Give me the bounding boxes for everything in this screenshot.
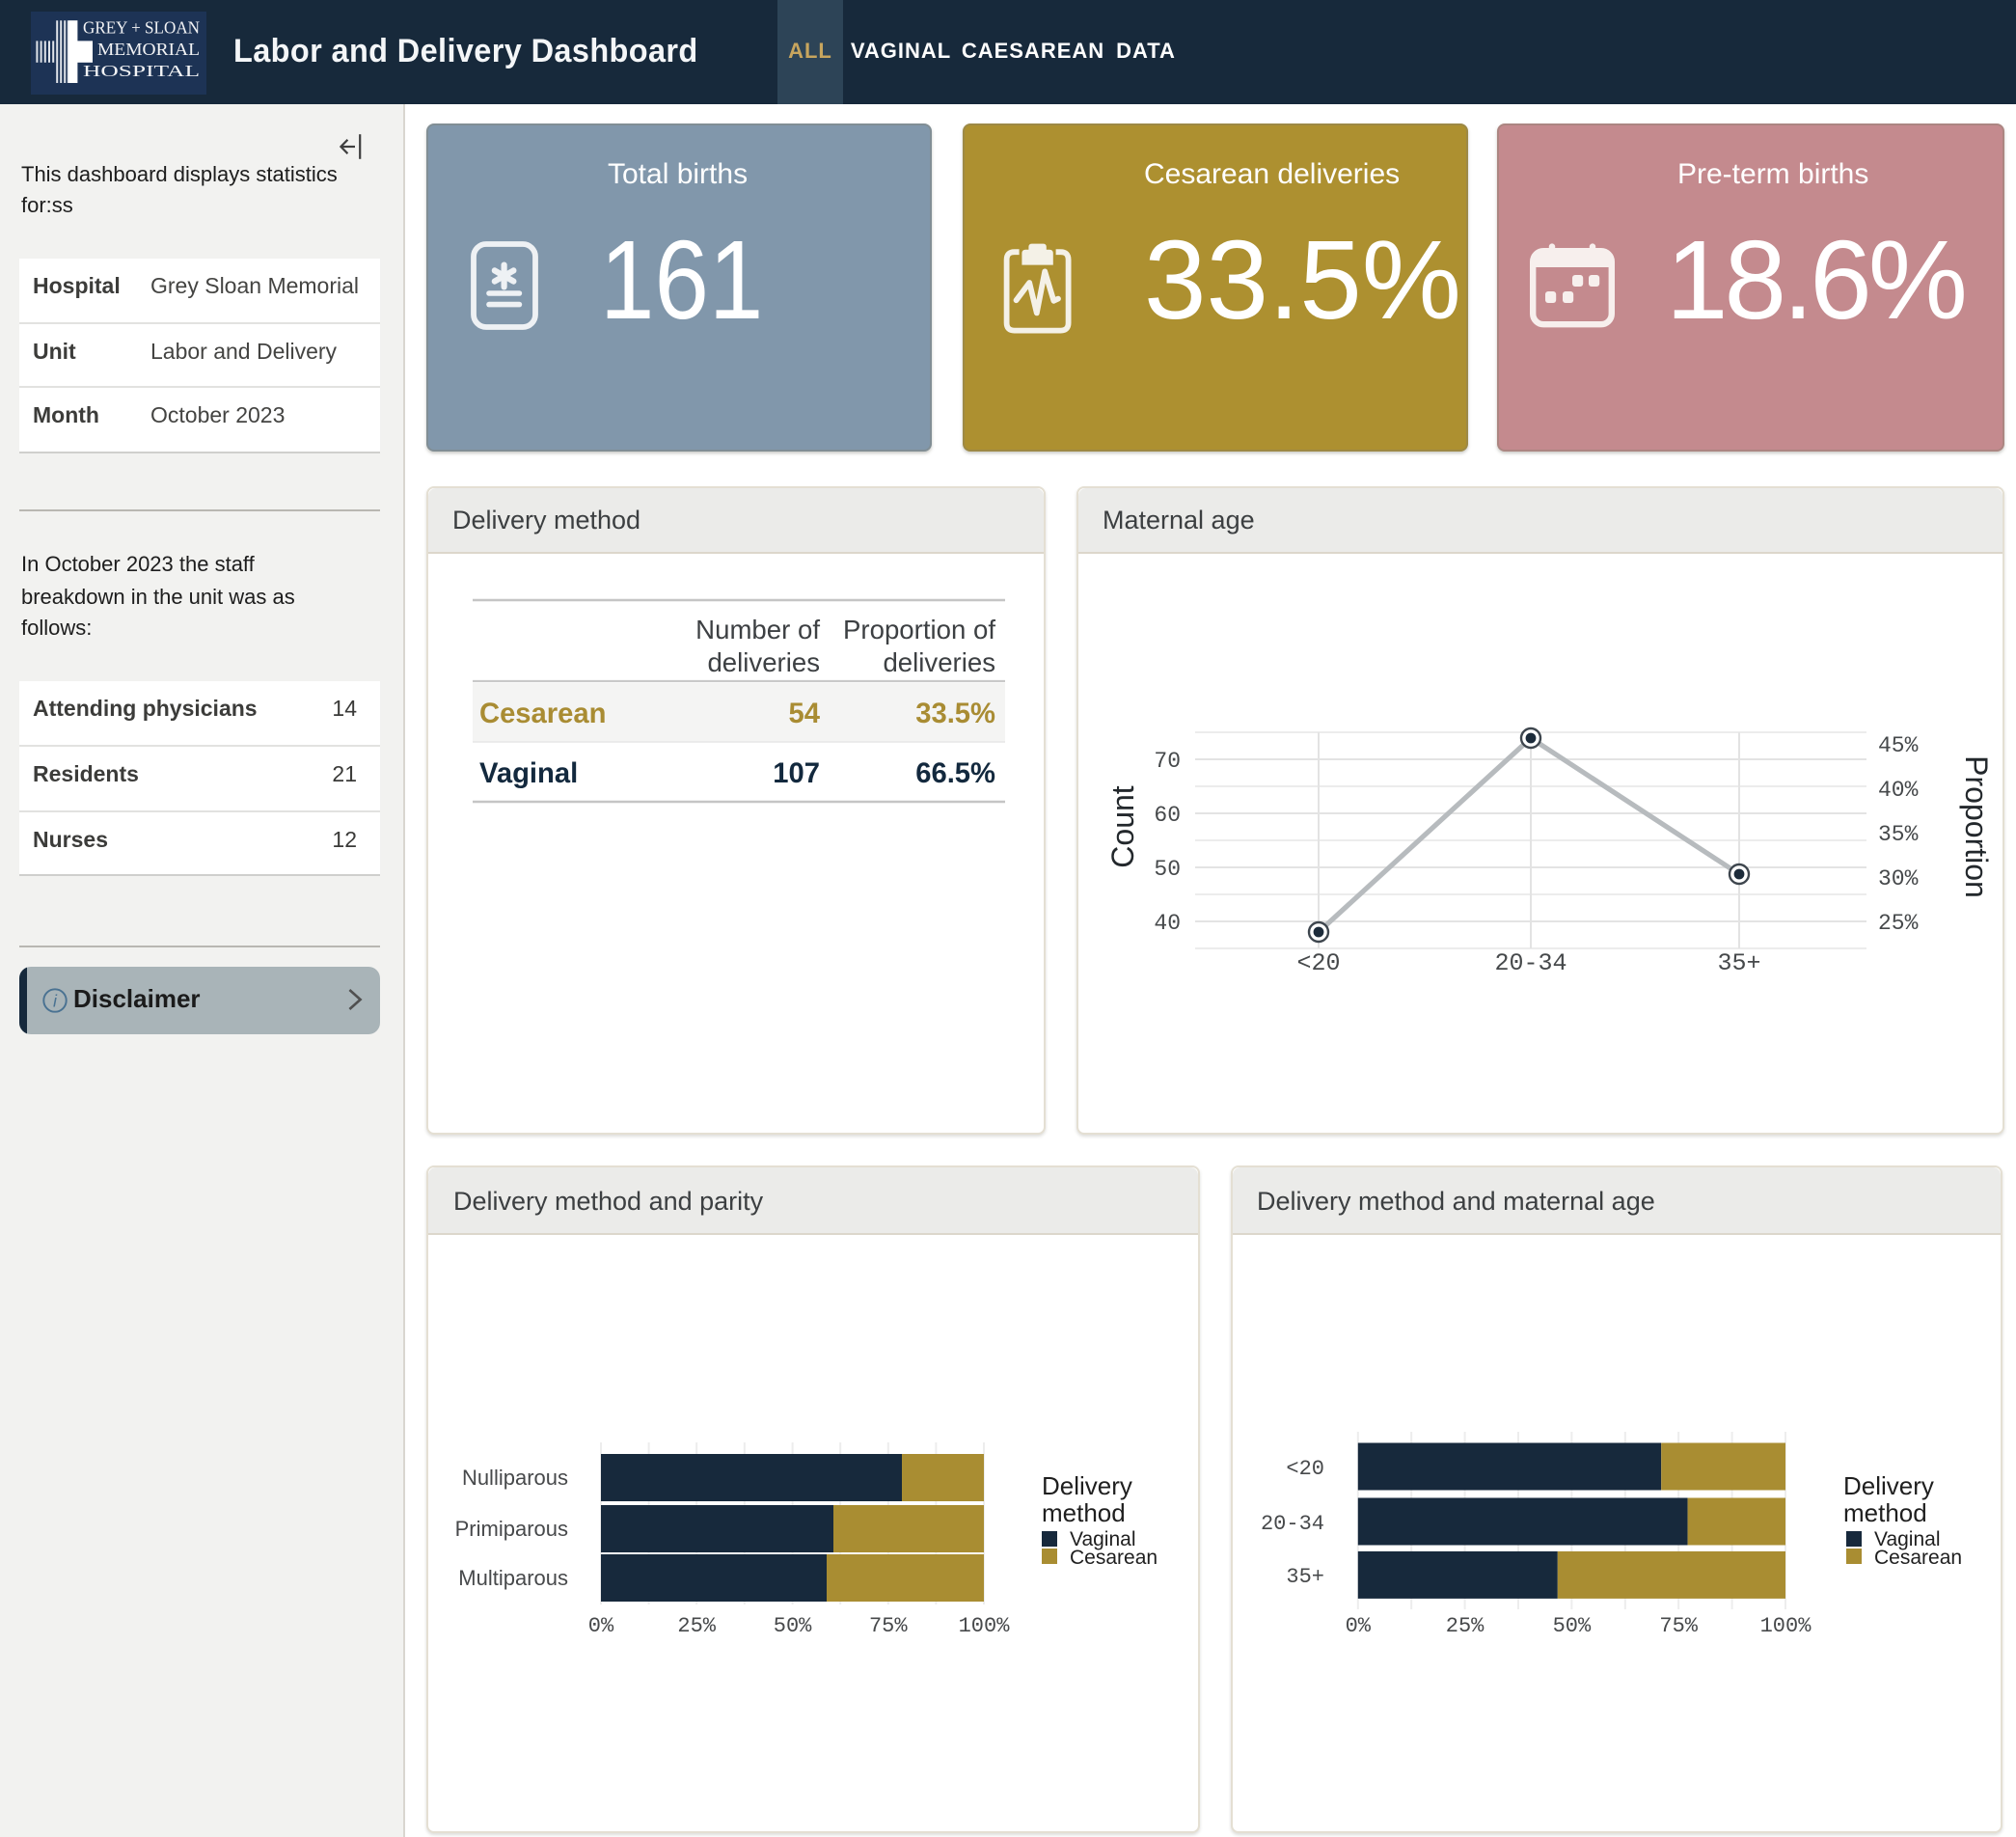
- svg-text:Delivery: Delivery: [1042, 1470, 1132, 1499]
- svg-text:Number of: Number of: [695, 615, 819, 644]
- svg-text:<20: <20: [1295, 948, 1339, 976]
- svg-text:35+: 35+: [1716, 948, 1759, 976]
- svg-text:35+: 35+: [1285, 1564, 1323, 1588]
- svg-text:107: 107: [772, 758, 819, 789]
- svg-text:33.5%: 33.5%: [914, 699, 994, 729]
- svg-text:Delivery: Delivery: [1842, 1470, 1933, 1499]
- svg-text:50%: 50%: [1552, 1613, 1591, 1637]
- svg-text:Cesarean: Cesarean: [478, 699, 605, 729]
- svg-text:deliveries: deliveries: [882, 647, 994, 677]
- svg-text:35%: 35%: [1877, 821, 1918, 846]
- svg-text:20-34: 20-34: [1493, 948, 1566, 976]
- svg-text:50%: 50%: [774, 1613, 812, 1637]
- svg-text:75%: 75%: [1658, 1613, 1697, 1637]
- svg-text:70: 70: [1153, 748, 1180, 773]
- svg-text:Proportion: Proportion: [1958, 754, 1993, 897]
- svg-text:method: method: [1042, 1497, 1126, 1526]
- svg-text:Primiparous: Primiparous: [455, 1516, 568, 1540]
- svg-text:66.5%: 66.5%: [914, 758, 994, 789]
- svg-text:25%: 25%: [677, 1613, 716, 1637]
- svg-text:Cesarean: Cesarean: [1070, 1546, 1158, 1568]
- svg-text:0%: 0%: [1345, 1613, 1371, 1637]
- svg-text:Nulliparous: Nulliparous: [462, 1465, 568, 1489]
- svg-text:54: 54: [788, 699, 820, 729]
- svg-text:HOSPITAL: HOSPITAL: [83, 62, 200, 80]
- svg-text:0%: 0%: [588, 1613, 614, 1637]
- svg-text:45%: 45%: [1877, 732, 1918, 757]
- svg-text:Count: Count: [1104, 784, 1139, 867]
- svg-text:20-34: 20-34: [1260, 1511, 1323, 1535]
- svg-text:40%: 40%: [1877, 777, 1918, 802]
- svg-text:Vaginal: Vaginal: [478, 758, 577, 789]
- svg-text:Proportion of: Proportion of: [842, 615, 994, 644]
- svg-text:GREY + SLOAN: GREY + SLOAN: [83, 18, 200, 38]
- svg-text:25%: 25%: [1445, 1613, 1484, 1637]
- svg-text:60: 60: [1153, 802, 1180, 827]
- svg-text:Cesarean: Cesarean: [1873, 1546, 1961, 1568]
- svg-text:MEMORIAL: MEMORIAL: [97, 40, 200, 59]
- svg-text:<20: <20: [1285, 1456, 1323, 1480]
- svg-text:method: method: [1842, 1497, 1926, 1526]
- svg-text:30%: 30%: [1877, 865, 1918, 891]
- svg-text:Multiparous: Multiparous: [458, 1565, 568, 1589]
- svg-text:25%: 25%: [1877, 910, 1918, 935]
- svg-text:40: 40: [1153, 910, 1180, 935]
- svg-text:75%: 75%: [869, 1613, 908, 1637]
- svg-text:deliveries: deliveries: [706, 647, 819, 677]
- svg-text:100%: 100%: [1759, 1613, 1812, 1637]
- svg-text:i: i: [53, 991, 58, 1010]
- svg-text:50: 50: [1153, 856, 1180, 881]
- svg-text:100%: 100%: [959, 1613, 1011, 1637]
